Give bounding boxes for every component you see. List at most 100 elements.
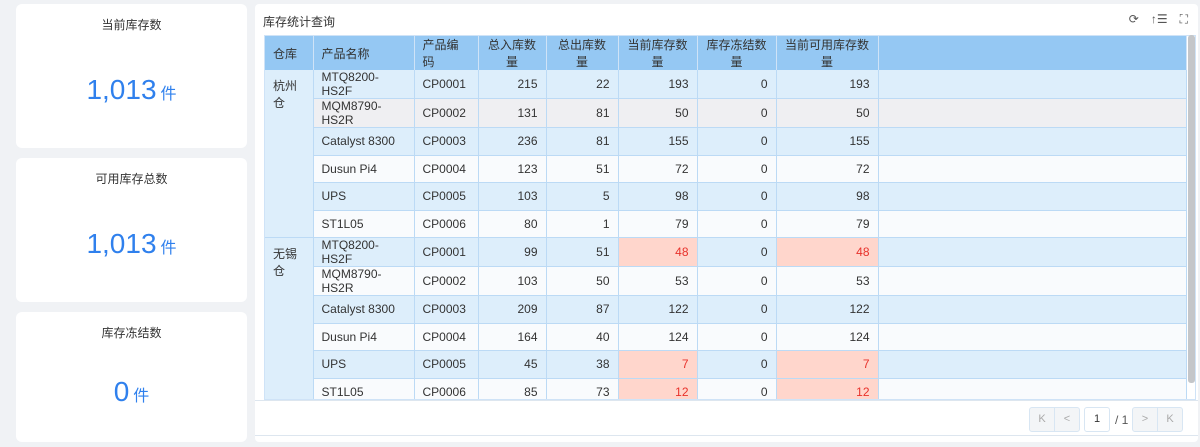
table-cell: 48: [776, 237, 879, 267]
table-cell: CP0006: [414, 378, 479, 399]
fullscreen-icon[interactable]: ⛶: [1180, 12, 1188, 27]
table-cell: CP0004: [414, 155, 479, 183]
unit: 件: [160, 240, 177, 257]
table-cell: MQM8790-HS2R: [313, 98, 415, 128]
table-row[interactable]: Dusun Pi4 CP0004 164 40 124 0 124: [265, 323, 1187, 351]
table-cell: Catalyst 8300: [313, 295, 415, 324]
table-cell: 0: [697, 127, 777, 156]
table-row[interactable]: UPS CP0005 45 38 7 0 7: [265, 350, 1187, 379]
table-row[interactable]: MQM8790-HS2R CP0002 103 50 53 0 53: [265, 266, 1187, 296]
next-page-button[interactable]: >: [1132, 407, 1158, 432]
table-cell: 80: [478, 210, 547, 238]
sort-icon[interactable]: ↑☰: [1151, 12, 1168, 27]
table-cell: CP0001: [414, 237, 479, 267]
filler-cell: [878, 182, 1187, 211]
table-row[interactable]: Catalyst 8300 CP0003 209 87 122 0 122: [265, 295, 1187, 324]
table-row[interactable]: ST1L05 CP0006 85 73 12 0 12: [265, 378, 1187, 399]
table-cell: 193: [776, 70, 879, 99]
table-row[interactable]: MQM8790-HS2R CP0002 131 81 50 0 50: [265, 98, 1187, 128]
column-header[interactable]: 总入库数量: [478, 36, 547, 70]
table-cell: 72: [776, 155, 879, 183]
column-header[interactable]: 总出库数量: [546, 36, 619, 70]
page-input[interactable]: 1: [1084, 407, 1110, 432]
unit: 件: [133, 388, 150, 405]
column-header[interactable]: 当前库存数量: [618, 36, 698, 70]
table-cell: CP0003: [414, 295, 479, 324]
prev-page-button[interactable]: <: [1054, 407, 1080, 432]
table-cell: 38: [546, 350, 619, 379]
table-row[interactable]: Dusun Pi4 CP0004 123 51 72 0 72: [265, 155, 1187, 183]
table-row[interactable]: 无锡仓 MTQ8200-HS2F CP0001 99 51 48 0 48: [265, 237, 1187, 399]
value: 0: [113, 376, 130, 407]
table-cell: 215: [478, 70, 547, 99]
card-title: 当前库存数: [101, 18, 162, 32]
card-title: 可用库存总数: [95, 172, 168, 186]
table-cell: 22: [546, 70, 619, 99]
filler-cell: [878, 350, 1187, 379]
table-cell: 7: [618, 350, 698, 379]
table-row[interactable]: Catalyst 8300 CP0003 236 81 155 0 155: [265, 127, 1187, 156]
column-header[interactable]: 当前可用库存数量: [776, 36, 879, 70]
first-page-button[interactable]: K: [1029, 407, 1055, 432]
table-cell: MTQ8200-HS2F: [313, 237, 415, 267]
table-cell: 50: [546, 266, 619, 296]
table-cell: 0: [697, 378, 777, 399]
value: 1,013: [86, 74, 157, 105]
last-page-button[interactable]: K: [1157, 407, 1183, 432]
column-header-filler: [878, 36, 1187, 70]
table-cell: UPS: [313, 182, 415, 211]
table-cell: 79: [618, 210, 698, 238]
table-row[interactable]: ST1L05 CP0006 80 1 79 0 79: [265, 210, 1187, 238]
filler-cell: [878, 237, 1187, 267]
current-stock-card: 当前库存数 1,013 件: [16, 4, 247, 148]
card-value: 0件: [16, 376, 247, 408]
table-cell: 12: [776, 378, 879, 399]
available-stock-card: 可用库存总数 1,013 件: [16, 158, 247, 302]
page-total: / 1: [1115, 413, 1129, 427]
table-cell: 50: [618, 98, 698, 128]
table-cell: 103: [478, 266, 547, 296]
table-cell: 40: [546, 323, 619, 351]
table-cell: 53: [618, 266, 698, 296]
column-header[interactable]: 仓库: [265, 36, 314, 70]
table-cell: 209: [478, 295, 547, 324]
table-cell: 79: [776, 210, 879, 238]
column-header[interactable]: 产品编码: [414, 36, 479, 70]
table-cell: Dusun Pi4: [313, 323, 415, 351]
filler-cell: [878, 127, 1187, 156]
table-cell: 81: [546, 98, 619, 128]
table-cell: 87: [546, 295, 619, 324]
warehouse-cell: 杭州仓: [265, 70, 314, 238]
table-cell: 50: [776, 98, 879, 128]
table-cell: 155: [618, 127, 698, 156]
table-cell: 164: [478, 323, 547, 351]
frozen-stock-card: 库存冻结数 0件: [16, 312, 247, 442]
column-header[interactable]: 库存冻结数量: [697, 36, 777, 70]
filler-cell: [878, 295, 1187, 324]
table-cell: 0: [697, 98, 777, 128]
inventory-table: 仓库 产品名称 产品编码 总入库数量 总出库数量 当前库存数量 库存冻结数量 当前可用库存数量…: [264, 35, 1196, 400]
table-cell: 5: [546, 182, 619, 211]
table-cell: MQM8790-HS2R: [313, 266, 415, 296]
table-cell: 72: [618, 155, 698, 183]
table-row[interactable]: UPS CP0005 103 5 98 0 98: [265, 182, 1187, 211]
table-cell: 193: [618, 70, 698, 99]
refresh-icon[interactable]: ⟳: [1129, 12, 1139, 27]
table-cell: 103: [478, 182, 547, 211]
table-cell: 0: [697, 266, 777, 296]
table-cell: 0: [697, 350, 777, 379]
table-cell: 12: [618, 378, 698, 399]
table-cell: 0: [697, 295, 777, 324]
table-cell: CP0002: [414, 266, 479, 296]
column-header[interactable]: 产品名称: [313, 36, 415, 70]
warehouse-cell: 无锡仓: [265, 237, 314, 399]
table-cell: 81: [546, 127, 619, 156]
table-cell: 98: [776, 182, 879, 211]
filler-cell: [878, 266, 1187, 296]
table-cell: 99: [478, 237, 547, 267]
filler-cell: [878, 70, 1187, 99]
table-cell: 236: [478, 127, 547, 156]
vertical-scrollbar[interactable]: [1188, 35, 1195, 383]
table-cell: 73: [546, 378, 619, 399]
table-row[interactable]: 杭州仓 MTQ8200-HS2F CP0001 215 22 193 0 193: [265, 70, 1187, 238]
